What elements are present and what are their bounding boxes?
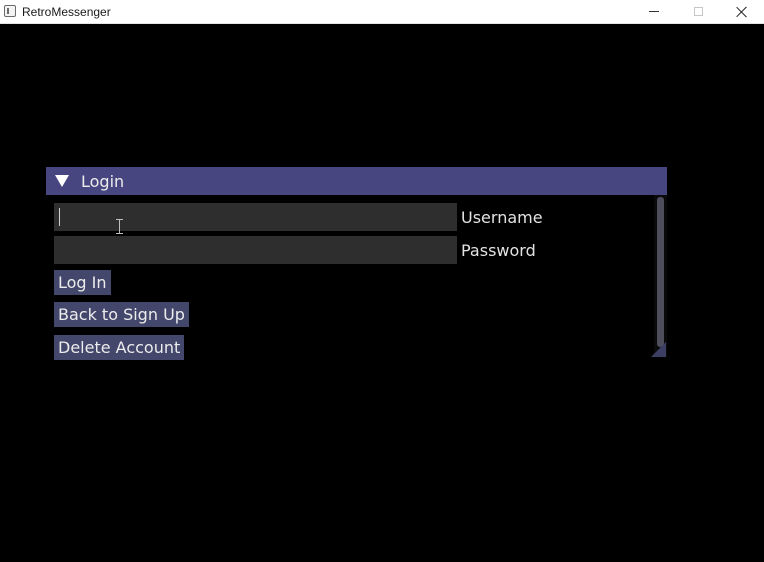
resize-grip-icon[interactable]	[651, 342, 666, 357]
maximize-button[interactable]	[676, 0, 720, 23]
triangle-down-icon[interactable]	[55, 175, 69, 187]
scrollbar-thumb[interactable]	[657, 197, 664, 347]
close-icon	[736, 6, 748, 18]
minimize-icon	[649, 11, 659, 12]
text-caret	[59, 208, 60, 226]
username-input[interactable]	[54, 203, 457, 231]
username-label: Username	[461, 208, 543, 227]
text-cursor-icon	[116, 219, 123, 234]
login-button[interactable]: Log In	[54, 270, 111, 295]
maximize-icon	[693, 7, 703, 16]
password-label: Password	[461, 241, 536, 260]
window-title: RetroMessenger	[22, 5, 111, 19]
login-panel-title: Login	[81, 172, 125, 191]
minimize-button[interactable]	[632, 0, 676, 23]
app-window-icon	[4, 5, 16, 17]
vertical-scrollbar[interactable]	[654, 195, 667, 357]
window-titlebar[interactable]: RetroMessenger	[0, 0, 764, 24]
back-to-signup-button[interactable]: Back to Sign Up	[54, 302, 189, 327]
login-panel-header[interactable]: Login	[46, 167, 667, 195]
password-input[interactable]	[54, 236, 457, 264]
delete-account-button[interactable]: Delete Account	[54, 335, 185, 360]
login-panel: Login Username Password Log In Back to S…	[46, 167, 667, 360]
close-button[interactable]	[720, 0, 764, 23]
